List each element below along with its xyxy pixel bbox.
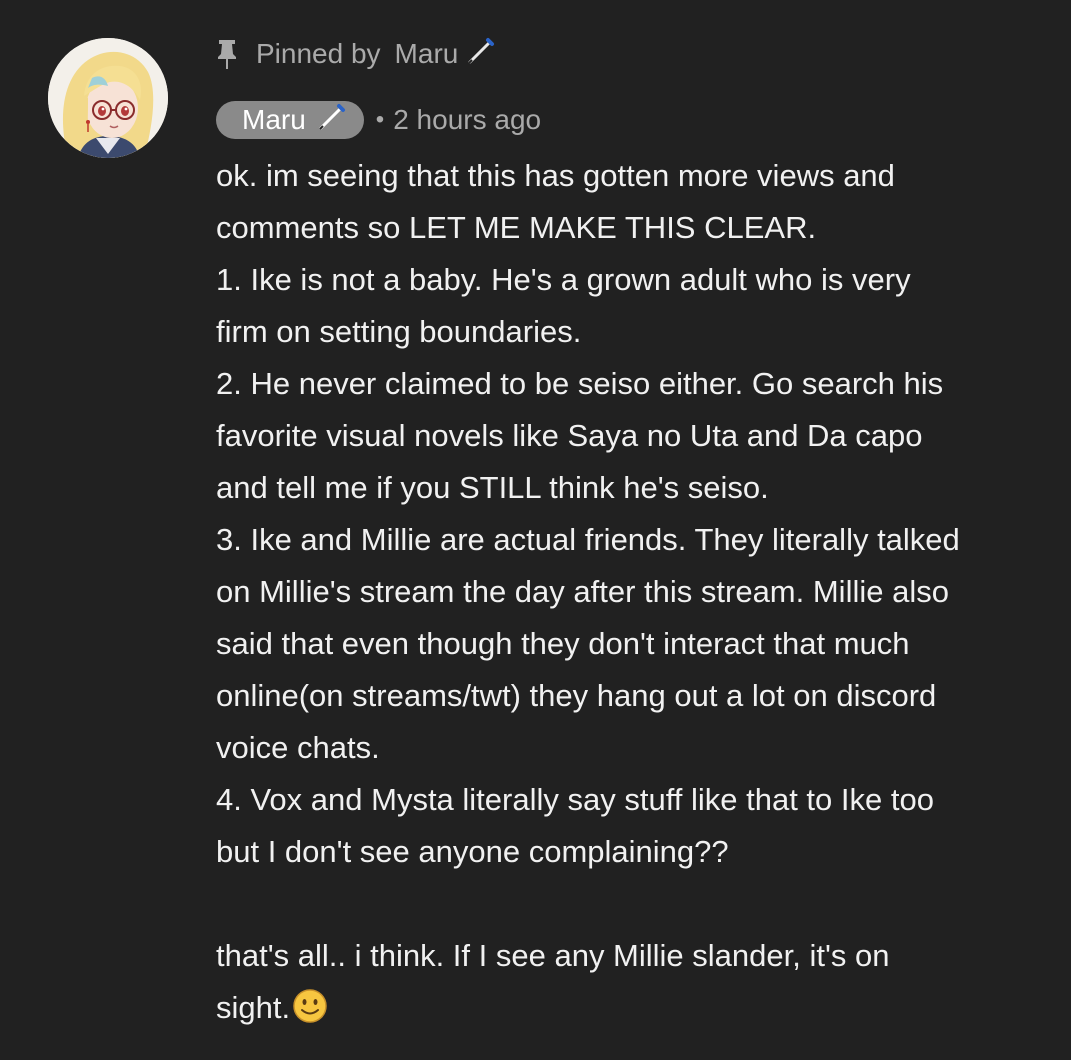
comment-line: firm on setting boundaries. xyxy=(216,314,582,349)
avatar-image xyxy=(48,38,168,158)
avatar[interactable] xyxy=(48,38,168,158)
comment-last-line: sight. xyxy=(216,982,1046,1034)
slightly-smiling-face-icon xyxy=(292,988,328,1040)
comment-text: ok. im seeing that this has gotten more … xyxy=(216,150,1046,1034)
comment-line: said that even though they don't interac… xyxy=(216,626,910,661)
pencil-icon xyxy=(466,36,496,73)
comment-line: 2. He never claimed to be seiso either. … xyxy=(216,366,944,401)
comment-line: and tell me if you STILL think he's seis… xyxy=(216,470,769,505)
comment-line: comments so LET ME MAKE THIS CLEAR. xyxy=(216,210,817,245)
comment-line: but I don't see anyone complaining?? xyxy=(216,834,729,869)
comment-line: voice chats. xyxy=(216,730,380,765)
comment-blank-line xyxy=(216,878,1046,930)
comment-meta: Maru • 2 hours ago xyxy=(216,101,541,139)
pinned-by-name: Maru xyxy=(394,38,459,69)
comment-line: 3. Ike and Millie are actual friends. Th… xyxy=(216,522,960,557)
comment-line: favorite visual novels like Saya no Uta … xyxy=(216,418,923,453)
comment-line: ok. im seeing that this has gotten more … xyxy=(216,158,895,193)
pencil-icon xyxy=(316,102,348,139)
comment-line: sight. xyxy=(216,990,291,1025)
pinned-by-label: Pinned by xyxy=(256,38,381,69)
pin-icon xyxy=(216,38,238,70)
comment-line: 4. Vox and Mysta literally say stuff lik… xyxy=(216,782,934,817)
comment-timestamp[interactable]: 2 hours ago xyxy=(393,104,541,136)
pinned-indicator: Pinned by Maru xyxy=(216,36,496,72)
comment-line: online(on streams/twt) they hang out a l… xyxy=(216,678,937,713)
pinned-comment: Pinned by Maru Maru • 2 hours ago ok. im… xyxy=(0,0,1071,1060)
comment-line: 1. Ike is not a baby. He's a grown adult… xyxy=(216,262,911,297)
comment-line: that's all.. i think. If I see any Milli… xyxy=(216,938,890,973)
meta-separator: • xyxy=(375,106,385,133)
comment-line: on Millie's stream the day after this st… xyxy=(216,574,949,609)
author-name[interactable]: Maru xyxy=(242,104,306,136)
author-chip[interactable]: Maru xyxy=(216,101,364,139)
